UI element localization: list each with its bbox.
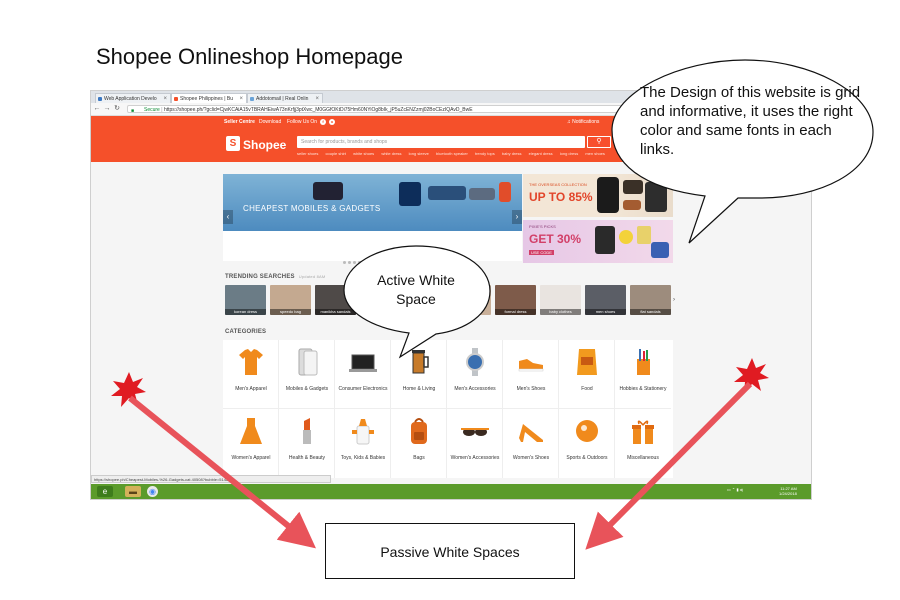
active-whitespace-text: Active White Space <box>377 272 455 307</box>
left-starburst-icon <box>111 372 146 407</box>
right-arrow-icon <box>585 381 753 550</box>
passive-whitespace-box: Passive White Spaces <box>325 523 575 579</box>
design-note-text: The Design of this website is grid and i… <box>640 84 861 158</box>
right-starburst-icon <box>734 358 769 393</box>
left-arrow-icon <box>128 395 316 549</box>
